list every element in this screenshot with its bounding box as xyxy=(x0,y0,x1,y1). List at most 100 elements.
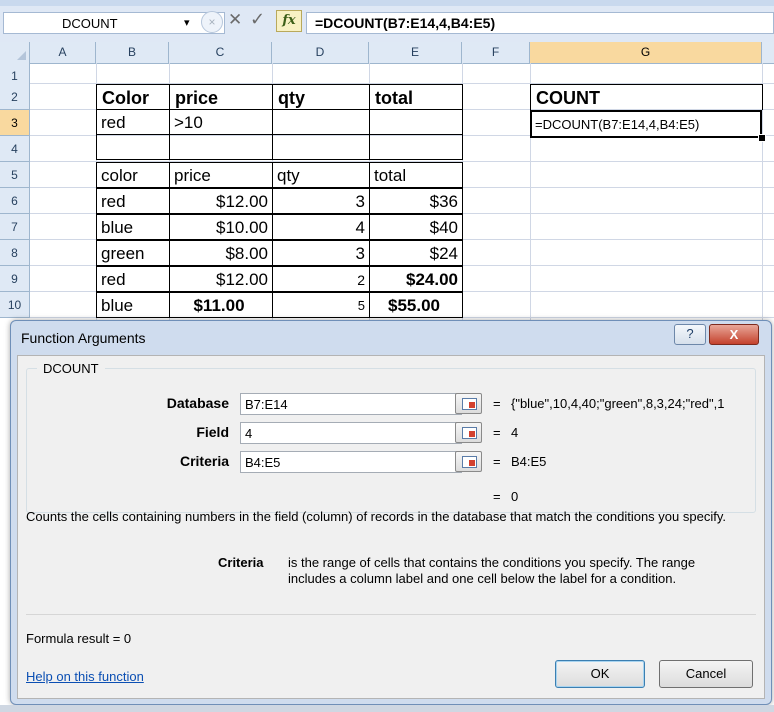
function-description: Counts the cells containing numbers in t… xyxy=(26,509,726,524)
field-input[interactable]: 4 xyxy=(240,422,462,444)
equals-sign: = xyxy=(493,396,501,411)
column-headers: A B C D E F G xyxy=(0,42,774,64)
table-cell[interactable]: 5 xyxy=(272,292,370,318)
table-cell[interactable]: red xyxy=(96,188,170,214)
criteria-result: B4:E5 xyxy=(511,454,547,469)
criteria-value-color[interactable]: red xyxy=(96,109,170,135)
criteria-header-qty[interactable]: qty xyxy=(272,84,370,110)
row-header-6[interactable]: 6 xyxy=(0,188,30,214)
table-cell[interactable]: $12.00 xyxy=(169,266,273,292)
row-header-9[interactable]: 9 xyxy=(0,266,30,292)
empty-cell[interactable] xyxy=(369,134,463,160)
help-link[interactable]: Help on this function xyxy=(26,669,144,684)
db-header-qty[interactable]: qty xyxy=(272,162,370,188)
cancel-entry-icon[interactable]: ✕ xyxy=(228,10,242,30)
argument-help-text: is the range of cells that contains the … xyxy=(288,555,696,586)
table-cell[interactable]: $10.00 xyxy=(169,214,273,240)
function-arguments-dialog: Function Arguments ? X DCOUNT Database B… xyxy=(10,320,772,705)
name-box[interactable]: DCOUNT ▾ xyxy=(3,12,225,34)
collapse-dialog-icon xyxy=(462,456,477,468)
select-all-icon xyxy=(17,51,26,60)
dialog-title: Function Arguments xyxy=(21,330,146,346)
help-icon[interactable]: ? xyxy=(674,324,706,345)
table-cell[interactable]: 3 xyxy=(272,188,370,214)
row-header-8[interactable]: 8 xyxy=(0,240,30,266)
divider xyxy=(26,614,756,615)
database-range-picker-button[interactable] xyxy=(455,393,482,414)
row-header-5[interactable]: 5 xyxy=(0,162,30,188)
column-header-b[interactable]: B xyxy=(96,42,169,63)
count-header[interactable]: COUNT xyxy=(530,84,763,110)
column-header-f[interactable]: F xyxy=(462,42,530,63)
criteria-value-qty[interactable] xyxy=(272,109,370,135)
table-cell[interactable]: blue xyxy=(96,292,170,318)
select-all-button[interactable] xyxy=(0,42,30,63)
row-header-3[interactable]: 3 xyxy=(0,110,30,136)
table-cell[interactable]: $8.00 xyxy=(169,240,273,266)
table-cell[interactable]: $12.00 xyxy=(169,188,273,214)
db-header-color[interactable]: color xyxy=(96,162,170,188)
table-cell[interactable]: $11.00 xyxy=(169,292,273,318)
table-cell[interactable]: green xyxy=(96,240,170,266)
circle-cancel-icon[interactable]: × xyxy=(201,11,223,33)
table-cell[interactable]: 3 xyxy=(272,240,370,266)
criteria-label: Criteria xyxy=(179,453,229,469)
db-header-total[interactable]: total xyxy=(369,162,463,188)
close-icon[interactable]: X xyxy=(709,324,759,345)
field-label: Field xyxy=(196,424,229,440)
equals-sign: = xyxy=(493,489,501,504)
table-cell[interactable]: 4 xyxy=(272,214,370,240)
column-header-d[interactable]: D xyxy=(272,42,369,63)
db-header-price[interactable]: price xyxy=(169,162,273,188)
table-cell[interactable]: 2 xyxy=(272,266,370,292)
column-header-g[interactable]: G xyxy=(530,42,762,63)
formula-bar: DCOUNT ▾ × ✕ ✓ fx =DCOUNT(B7:E14,4,B4:E5… xyxy=(0,0,774,43)
column-header-a[interactable]: A xyxy=(30,42,96,63)
empty-cell[interactable] xyxy=(96,134,170,160)
name-box-dropdown-icon[interactable]: ▾ xyxy=(184,16,190,29)
collapse-dialog-icon xyxy=(462,427,477,439)
column-header-e[interactable]: E xyxy=(369,42,462,63)
criteria-input[interactable]: B4:E5 xyxy=(240,451,462,473)
table-cell[interactable]: blue xyxy=(96,214,170,240)
table-cell[interactable]: red xyxy=(96,266,170,292)
table-cell[interactable]: $40 xyxy=(369,214,463,240)
dialog-body: DCOUNT Database B7:E14 = {"blue",10,4,40… xyxy=(17,355,765,699)
empty-cell[interactable] xyxy=(169,134,273,160)
formula-result-value: 0 xyxy=(123,631,132,646)
arguments-group: DCOUNT Database B7:E14 = {"blue",10,4,40… xyxy=(26,361,756,513)
table-cell[interactable]: $24.00 xyxy=(369,266,463,292)
sheet-tabs-bar xyxy=(0,705,774,712)
ok-button[interactable]: OK xyxy=(555,660,645,688)
table-cell[interactable]: $24 xyxy=(369,240,463,266)
criteria-value-total[interactable] xyxy=(369,109,463,135)
column-header-c[interactable]: C xyxy=(169,42,272,63)
row-header-10[interactable]: 10 xyxy=(0,292,30,318)
database-input[interactable]: B7:E14 xyxy=(240,393,462,415)
row-header-7[interactable]: 7 xyxy=(0,214,30,240)
formula-input[interactable]: =DCOUNT(B7:E14,4,B4:E5) xyxy=(306,12,774,34)
criteria-value-price[interactable]: >10 xyxy=(169,109,273,135)
collapse-dialog-icon xyxy=(462,398,477,410)
formula-result: Formula result = 0 xyxy=(26,631,131,646)
table-cell[interactable]: $36 xyxy=(369,188,463,214)
row-header-2[interactable]: 2 xyxy=(0,84,30,110)
overall-result: 0 xyxy=(511,489,519,504)
insert-function-button[interactable]: fx xyxy=(276,10,302,32)
table-cell[interactable]: $55.00 xyxy=(369,292,463,318)
empty-cell[interactable] xyxy=(272,134,370,160)
name-box-value: DCOUNT xyxy=(62,16,118,31)
criteria-range-picker-button[interactable] xyxy=(455,451,482,472)
formula-result-label: Formula result = xyxy=(26,631,121,646)
criteria-header-total[interactable]: total xyxy=(369,84,463,110)
field-range-picker-button[interactable] xyxy=(455,422,482,443)
fill-handle[interactable] xyxy=(758,134,766,142)
criteria-header-color[interactable]: Color xyxy=(96,84,170,110)
cancel-button[interactable]: Cancel xyxy=(659,660,753,688)
formula-text: =DCOUNT(B7:E14,4,B4:E5) xyxy=(315,15,496,31)
row-header-4[interactable]: 4 xyxy=(0,136,30,162)
criteria-header-price[interactable]: price xyxy=(169,84,273,110)
active-cell[interactable]: =DCOUNT(B7:E14,4,B4:E5) xyxy=(530,110,762,138)
enter-entry-icon[interactable]: ✓ xyxy=(250,9,265,30)
database-result: {"blue",10,4,40;"green",8,3,24;"red",1 xyxy=(511,396,725,411)
